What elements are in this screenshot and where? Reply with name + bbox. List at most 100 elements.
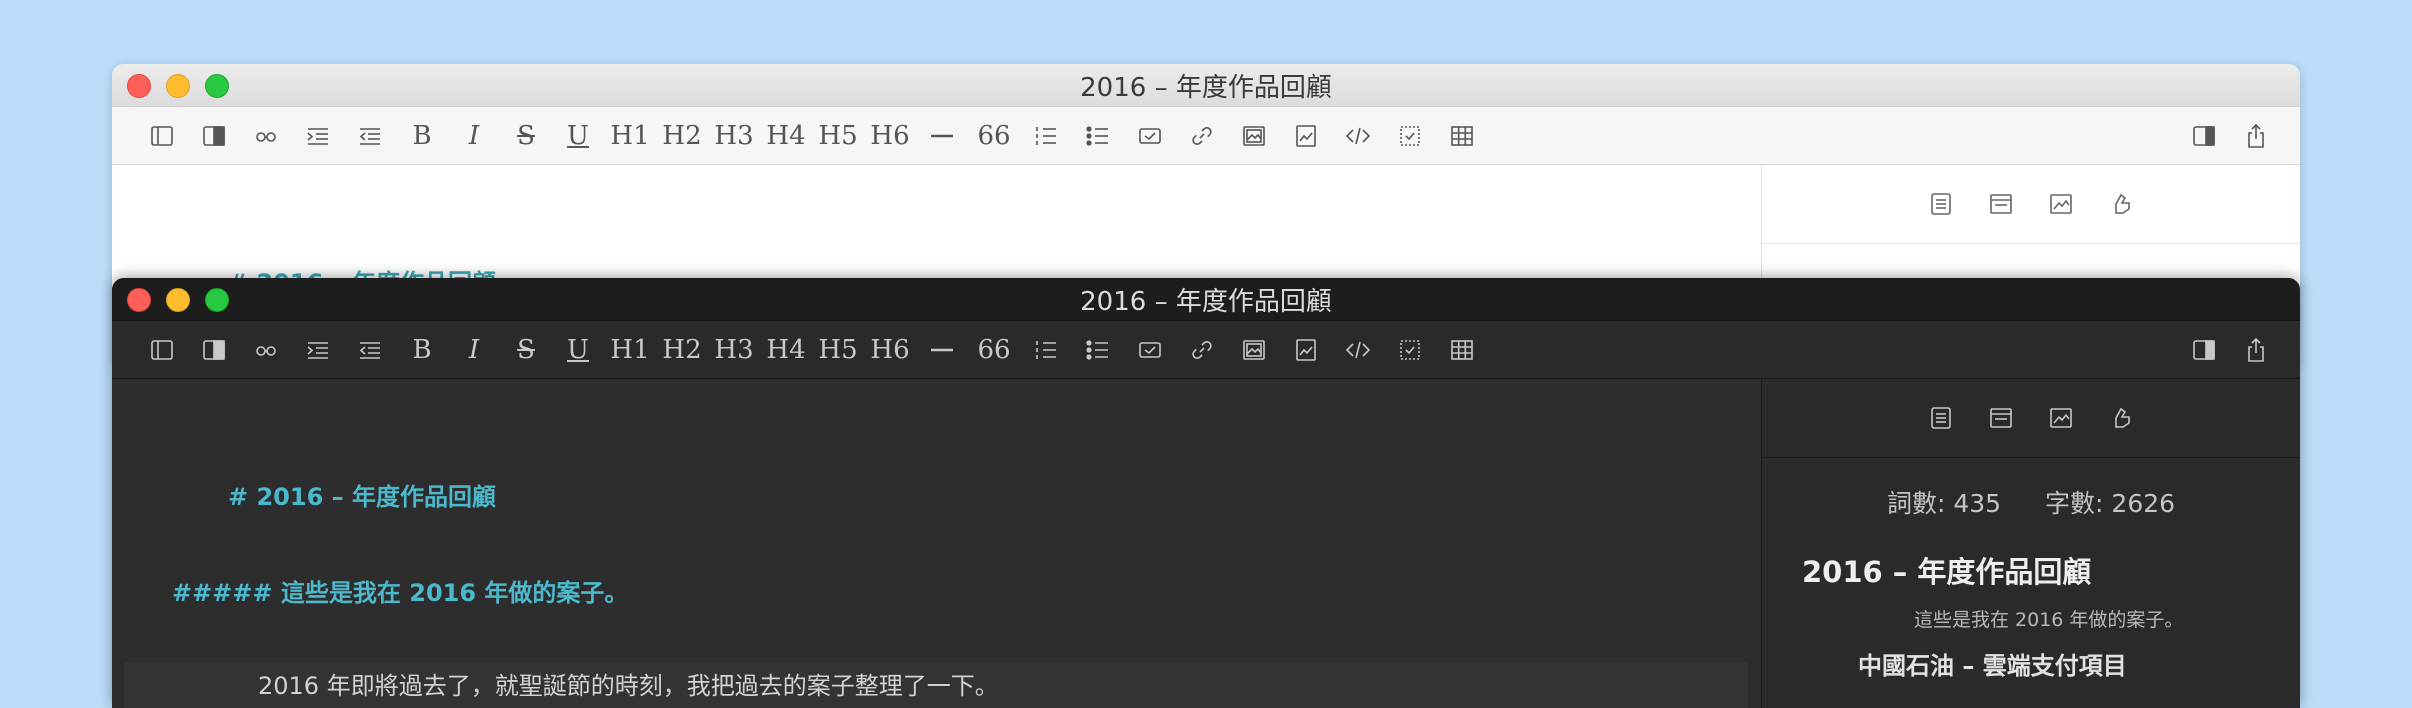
toggle-sidebar-right-button[interactable]: [2178, 330, 2230, 370]
heading-2-button[interactable]: H2: [656, 330, 708, 370]
checkbox-icon: [1139, 341, 1161, 358]
preview-tab-icon[interactable]: [1982, 185, 2020, 223]
heading-5-button[interactable]: H5: [812, 330, 864, 370]
image-icon: [1243, 339, 1265, 360]
horizontal-rule-button[interactable]: [916, 330, 968, 370]
document-outline: 2016 – 年度作品回顧 這些是我在 2016 年做的案子。 中國石油 – 雲…: [1802, 549, 2280, 681]
strikethrough-button[interactable]: S: [500, 330, 552, 370]
insert-image-button[interactable]: [1228, 116, 1280, 156]
toggle-sidebar-left-button[interactable]: [136, 116, 188, 156]
minimize-button[interactable]: [166, 288, 190, 312]
media-tab-icon[interactable]: [2042, 399, 2080, 437]
outline-tab-icon[interactable]: [1922, 399, 1960, 437]
unordered-list-button[interactable]: [1072, 116, 1124, 156]
table-icon: [1451, 339, 1473, 360]
outline-tab-icon[interactable]: [1922, 185, 1960, 223]
heading-4-button[interactable]: H4: [760, 116, 812, 156]
heading-3-button[interactable]: H3: [708, 116, 760, 156]
content-area: # 2016 – 年度作品回顧 ##### 這些是我在 2016 年做的案子。 …: [112, 379, 2300, 708]
glasses-icon: [256, 131, 276, 142]
insert-table-button[interactable]: [1436, 330, 1488, 370]
italic-button[interactable]: I: [448, 330, 500, 370]
formatting-toolbar: B I S U H1 H2 H3 H4 H5 H6 66: [112, 321, 2300, 379]
formatting-toolbar: B I S U H1 H2 H3 H4 H5 H6 66: [112, 107, 2300, 165]
editor-pane[interactable]: # 2016 – 年度作品回顧 ##### 這些是我在 2016 年做的案子。 …: [112, 379, 1760, 708]
title-bar[interactable]: 2016 – 年度作品回顧: [112, 64, 2300, 107]
indent-button[interactable]: [292, 330, 344, 370]
minimize-button[interactable]: [166, 74, 190, 98]
ordered-list-button[interactable]: [1020, 116, 1072, 156]
snippets-tab-icon[interactable]: [2102, 399, 2140, 437]
dashed-box-icon: [1400, 339, 1420, 360]
share-button[interactable]: [2230, 330, 2282, 370]
share-icon: [2248, 123, 2264, 148]
heading-1-button[interactable]: H1: [604, 116, 656, 156]
indent-icon: [307, 127, 328, 145]
outline-item-h2[interactable]: 中國石油 – 雲端支付項目: [1802, 646, 2280, 681]
heading-4-button[interactable]: H4: [760, 330, 812, 370]
underline-button[interactable]: U: [552, 330, 604, 370]
heading-6-button[interactable]: H6: [864, 116, 916, 156]
share-icon: [2248, 337, 2264, 362]
heading-3-button[interactable]: H3: [708, 330, 760, 370]
blockquote-button[interactable]: 66: [968, 116, 1020, 156]
bold-button[interactable]: B: [396, 116, 448, 156]
insert-link-button[interactable]: [1176, 330, 1228, 370]
heading-6-button[interactable]: H6: [864, 330, 916, 370]
heading-2-button[interactable]: H2: [656, 116, 708, 156]
zoom-button[interactable]: [205, 288, 229, 312]
horizontal-rule-icon: [931, 134, 953, 137]
window-title: 2016 – 年度作品回顧: [1080, 72, 1332, 103]
insert-image-link-button[interactable]: [1280, 116, 1332, 156]
outdent-icon: [359, 341, 380, 359]
sidebar-right-icon: [2193, 340, 2215, 360]
toggle-preview-button[interactable]: [188, 330, 240, 370]
comment-button[interactable]: [1384, 330, 1436, 370]
snippets-tab-icon[interactable]: [2102, 185, 2140, 223]
underline-button[interactable]: U: [552, 116, 604, 156]
link-icon: [1192, 340, 1212, 359]
ordered-list-button[interactable]: [1020, 330, 1072, 370]
preview-tab-icon[interactable]: [1982, 399, 2020, 437]
strikethrough-button[interactable]: S: [500, 116, 552, 156]
toggle-preview-button[interactable]: [188, 116, 240, 156]
sidebar-right-icon: [2193, 126, 2215, 146]
title-bar[interactable]: 2016 – 年度作品回顧: [112, 278, 2300, 321]
focus-mode-button[interactable]: [240, 116, 292, 156]
window-title: 2016 – 年度作品回顧: [1080, 286, 1332, 317]
heading-1-button[interactable]: H1: [604, 330, 656, 370]
toggle-sidebar-right-button[interactable]: [2178, 116, 2230, 156]
outline-item-h5[interactable]: 這些是我在 2016 年做的案子。: [1802, 605, 2280, 632]
sidebar-tabs: [1762, 379, 2300, 458]
outline-item-h1[interactable]: 2016 – 年度作品回顧: [1802, 549, 2280, 591]
task-list-button[interactable]: [1124, 116, 1176, 156]
insert-image-button[interactable]: [1228, 330, 1280, 370]
close-button[interactable]: [127, 74, 151, 98]
outdent-button[interactable]: [344, 330, 396, 370]
image-link-icon: [1296, 124, 1316, 147]
toolbar-right-group: [2178, 330, 2282, 370]
horizontal-rule-icon: [931, 348, 953, 351]
share-button[interactable]: [2230, 116, 2282, 156]
italic-button[interactable]: I: [448, 116, 500, 156]
indent-button[interactable]: [292, 116, 344, 156]
blockquote-button[interactable]: 66: [968, 330, 1020, 370]
task-list-button[interactable]: [1124, 330, 1176, 370]
comment-button[interactable]: [1384, 116, 1436, 156]
close-button[interactable]: [127, 288, 151, 312]
heading-5-button[interactable]: H5: [812, 116, 864, 156]
bold-button[interactable]: B: [396, 330, 448, 370]
zoom-button[interactable]: [205, 74, 229, 98]
code-button[interactable]: [1332, 116, 1384, 156]
insert-image-link-button[interactable]: [1280, 330, 1332, 370]
media-tab-icon[interactable]: [2042, 185, 2080, 223]
toggle-sidebar-left-button[interactable]: [136, 330, 188, 370]
focus-mode-button[interactable]: [240, 330, 292, 370]
outdent-button[interactable]: [344, 116, 396, 156]
insert-link-button[interactable]: [1176, 116, 1228, 156]
insert-table-button[interactable]: [1436, 116, 1488, 156]
code-button[interactable]: [1332, 330, 1384, 370]
split-view-icon: [203, 339, 225, 360]
horizontal-rule-button[interactable]: [916, 116, 968, 156]
unordered-list-button[interactable]: [1072, 330, 1124, 370]
